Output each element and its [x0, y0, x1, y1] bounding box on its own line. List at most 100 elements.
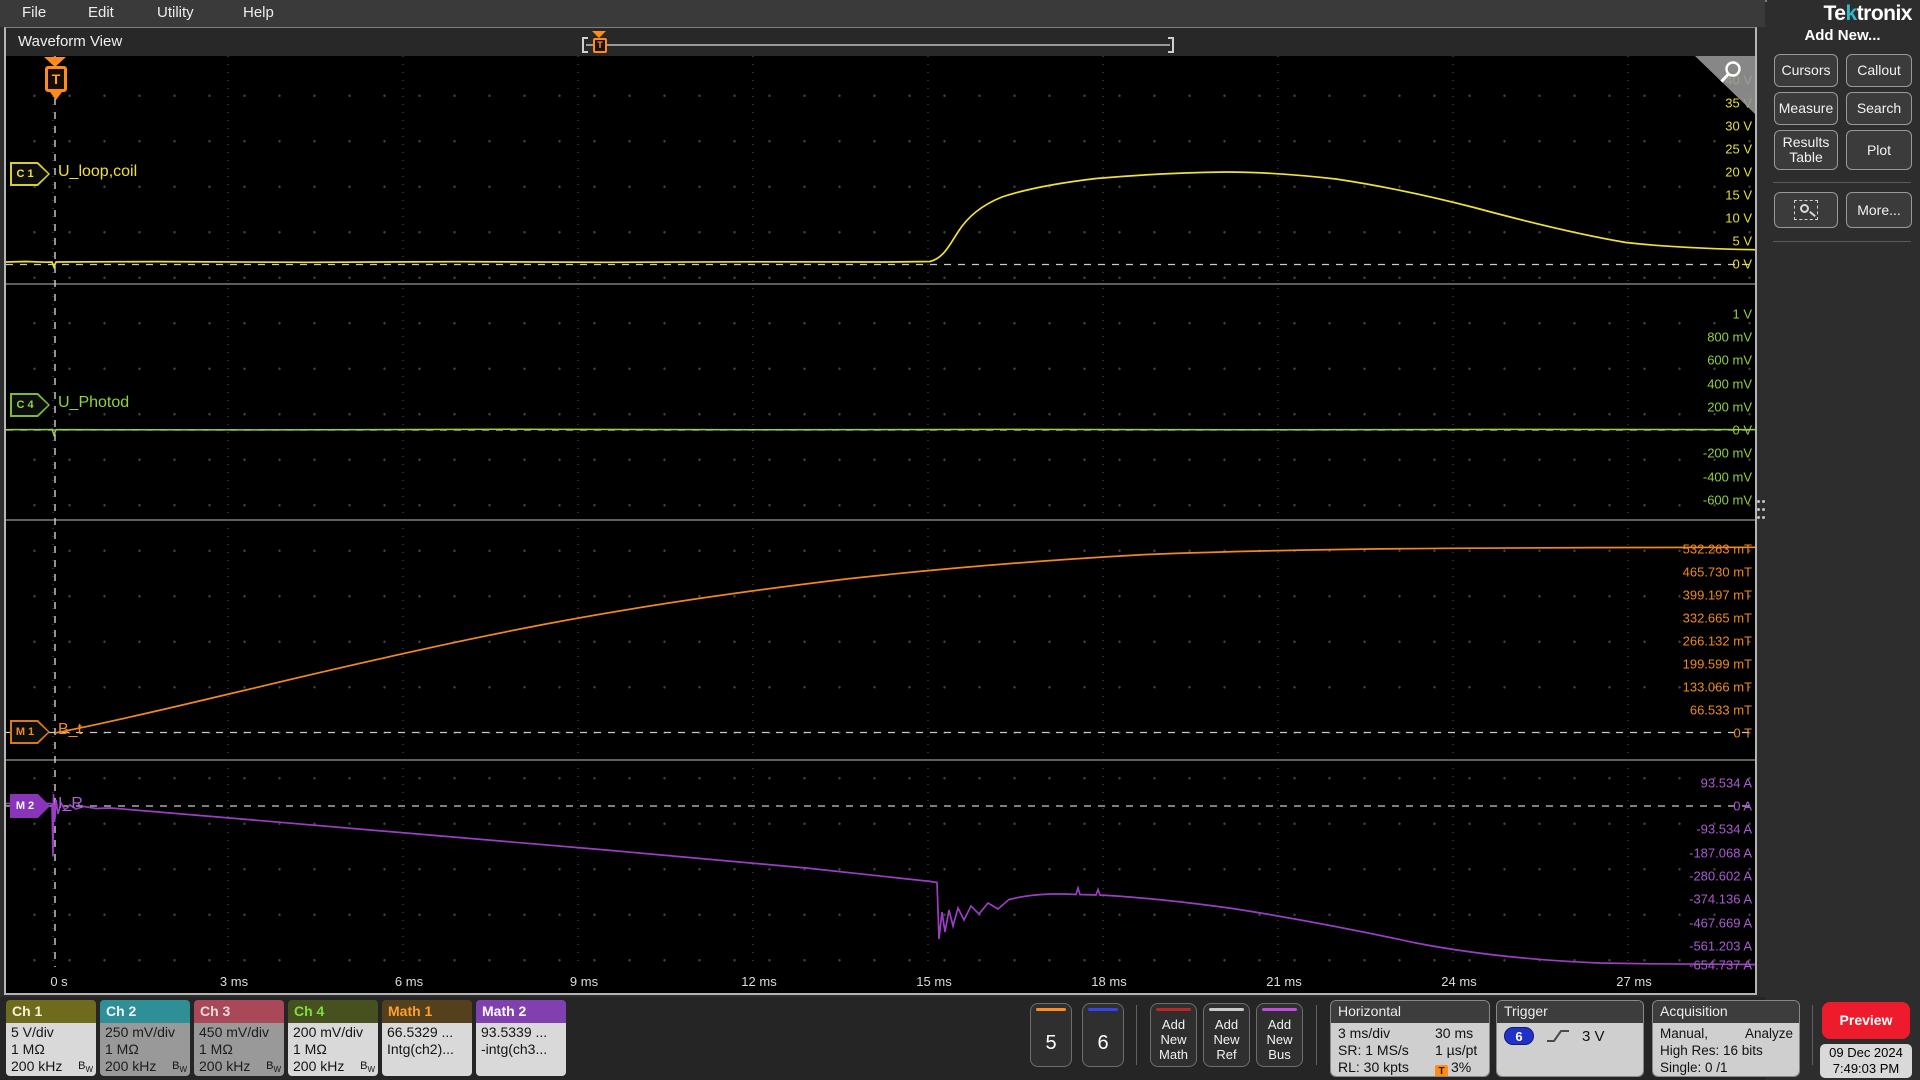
y-label: 399.197 mT	[1682, 587, 1752, 603]
math-badge-math1[interactable]: Math 1 66.5329 ... Intg(ch2)...	[382, 1000, 472, 1076]
tektronix-logo: Tektronix	[1823, 2, 1913, 25]
minimap-left-bracket[interactable]	[582, 37, 588, 53]
search-button[interactable]: Search	[1846, 92, 1912, 125]
y-label: 133.066 mT	[1682, 679, 1752, 695]
add-new-ref-button[interactable]: Add New Ref	[1203, 1003, 1250, 1067]
channel-label-c4: U_Photod	[58, 394, 130, 411]
trigger-level: 3 V	[1582, 1027, 1605, 1045]
trace-c1	[6, 171, 1755, 270]
y-label: -374.136 A	[1689, 891, 1752, 907]
y-label: 0 T	[1733, 725, 1752, 741]
bandwidth-icon: BW	[266, 1059, 281, 1074]
y-label: 0 V	[1732, 422, 1752, 438]
channel-badge-ch3[interactable]: Ch 3 450 mV/div 1 MΩ 200 kHz BW	[194, 1000, 284, 1076]
waveform-canvas	[6, 56, 1755, 967]
trigger-position-tail-icon[interactable]	[50, 92, 62, 100]
splitter-handle[interactable]	[1757, 500, 1765, 526]
menu-help[interactable]: Help	[243, 4, 274, 21]
time-text: 7:49:03 PM	[1832, 1061, 1900, 1076]
menu-utility[interactable]: Utility	[157, 4, 194, 21]
y-label: -654.737 A	[1689, 957, 1752, 973]
trace-m1	[54, 546, 1755, 734]
horizontal-title: Horizontal	[1331, 1001, 1489, 1023]
trigger-position-flag-icon[interactable]: T	[45, 66, 67, 92]
gray-bar	[1209, 1008, 1244, 1011]
time-label: 27 ms	[1616, 974, 1652, 989]
y-label: 66.533 mT	[1689, 702, 1752, 718]
y-label: -93.534 A	[1696, 821, 1752, 837]
menu-bar: File Edit Utility Help	[0, 0, 1765, 27]
y-label: -467.669 A	[1689, 915, 1752, 931]
zoom-mode-button[interactable]	[1774, 192, 1838, 228]
y-label: 465.730 mT	[1682, 564, 1752, 580]
results-table-button[interactable]: Results Table	[1774, 130, 1838, 170]
y-label: 15 V	[1725, 187, 1752, 203]
time-label: 15 ms	[916, 974, 952, 989]
callout-button[interactable]: Callout	[1846, 54, 1912, 87]
time-label: 6 ms	[394, 974, 424, 989]
y-label: 30 V	[1725, 118, 1752, 134]
sidebar: Tektronix Add New... Cursors Callout Mea…	[1765, 0, 1920, 1080]
y-label: 1 V	[1732, 306, 1752, 322]
date-text: 09 Dec 2024	[1829, 1045, 1903, 1060]
trace-m2	[6, 793, 1755, 966]
y-label: 0 V	[1732, 256, 1752, 272]
channel-badge-c4[interactable]: C 4	[10, 393, 50, 417]
waveform-view-title: Waveform View	[18, 33, 123, 50]
trigger-panel[interactable]: Trigger 6 3 V	[1496, 1000, 1644, 1077]
cursors-button[interactable]: Cursors	[1774, 54, 1838, 87]
channel-badge-m1[interactable]: M 1	[10, 720, 50, 744]
minimap-track[interactable]	[586, 44, 1170, 46]
channel-label-c1: U_loop,coil	[58, 163, 138, 180]
y-label: 0 A	[1733, 798, 1752, 814]
scale-button-5[interactable]: 5	[1030, 1003, 1072, 1067]
trigger-slope-icon	[1547, 1030, 1569, 1042]
y-label: 400 mV	[1707, 376, 1752, 392]
separator	[1136, 1005, 1137, 1065]
time-label: 12 ms	[741, 974, 777, 989]
waveform-view-titlebar[interactable]: Waveform View T	[6, 28, 1755, 56]
time-label: 24 ms	[1441, 974, 1477, 989]
acquisition-title: Acquisition	[1653, 1001, 1799, 1023]
measure-button[interactable]: Measure	[1774, 92, 1838, 125]
minimap-trigger-t-icon[interactable]: T	[593, 38, 607, 53]
y-label: 93.534 A	[1700, 775, 1752, 791]
trigger-source-badge: 6	[1504, 1027, 1534, 1045]
trigger-t-icon: T	[1435, 1065, 1448, 1076]
channel-label-m1: B_t	[58, 721, 83, 738]
y-label: -187.068 A	[1689, 845, 1752, 861]
time-label: 21 ms	[1266, 974, 1302, 989]
more-button[interactable]: More...	[1846, 192, 1912, 228]
plot-button[interactable]: Plot	[1846, 130, 1912, 170]
red-bar	[1156, 1008, 1191, 1011]
channel-badge-ch1[interactable]: Ch 1 5 V/div 1 MΩ 200 kHz BW	[6, 1000, 96, 1076]
sidebar-divider	[1773, 241, 1911, 242]
separator	[1812, 1005, 1813, 1065]
menu-file[interactable]: File	[22, 4, 46, 21]
y-label: -600 mV	[1702, 492, 1752, 508]
y-label: 25 V	[1725, 141, 1752, 157]
bandwidth-icon: BW	[172, 1059, 187, 1074]
horizontal-panel[interactable]: Horizontal 3 ms/div 30 ms SR: 1 MS/s 1 µs/…	[1330, 1000, 1490, 1077]
scale-button-6[interactable]: 6	[1082, 1003, 1124, 1067]
channel-badge-ch4[interactable]: Ch 4 200 mV/div 1 MΩ 200 kHz BW	[288, 1000, 378, 1076]
waveform-view-panel: Waveform View T T 35 V 30 V 25 V 20 V 15…	[4, 27, 1757, 995]
channel-badge-m2[interactable]: M 2	[10, 794, 50, 818]
y-label: 266.132 mT	[1682, 633, 1752, 649]
y-label: 20 V	[1725, 164, 1752, 180]
datetime-display[interactable]: 09 Dec 2024 7:49:03 PM	[1820, 1044, 1912, 1078]
graticule[interactable]: T 40 V 35 V 30 V 25 V 20 V 15 V 10 V 5 V…	[6, 56, 1755, 993]
add-new-math-button[interactable]: Add New Math	[1150, 1003, 1197, 1067]
minimap-trigger-arrow-icon[interactable]	[592, 31, 606, 38]
channel-badge-ch2[interactable]: Ch 2 250 mV/div 1 MΩ 200 kHz BW	[100, 1000, 190, 1076]
time-label: 9 ms	[569, 974, 599, 989]
magenta-bar	[1262, 1008, 1297, 1011]
menu-edit[interactable]: Edit	[88, 4, 114, 21]
channel-badge-c1[interactable]: C 1	[10, 162, 50, 186]
minimap-right-bracket[interactable]	[1168, 37, 1174, 53]
acquisition-panel[interactable]: Acquisition Manual, Analyze High Res: 16 …	[1652, 1000, 1800, 1077]
y-label: -561.203 A	[1689, 938, 1752, 954]
math-badge-math2[interactable]: Math 2 93.5339 ... -intg(ch3...	[476, 1000, 566, 1076]
preview-button[interactable]: Preview	[1822, 1002, 1910, 1039]
add-new-bus-button[interactable]: Add New Bus	[1256, 1003, 1303, 1067]
